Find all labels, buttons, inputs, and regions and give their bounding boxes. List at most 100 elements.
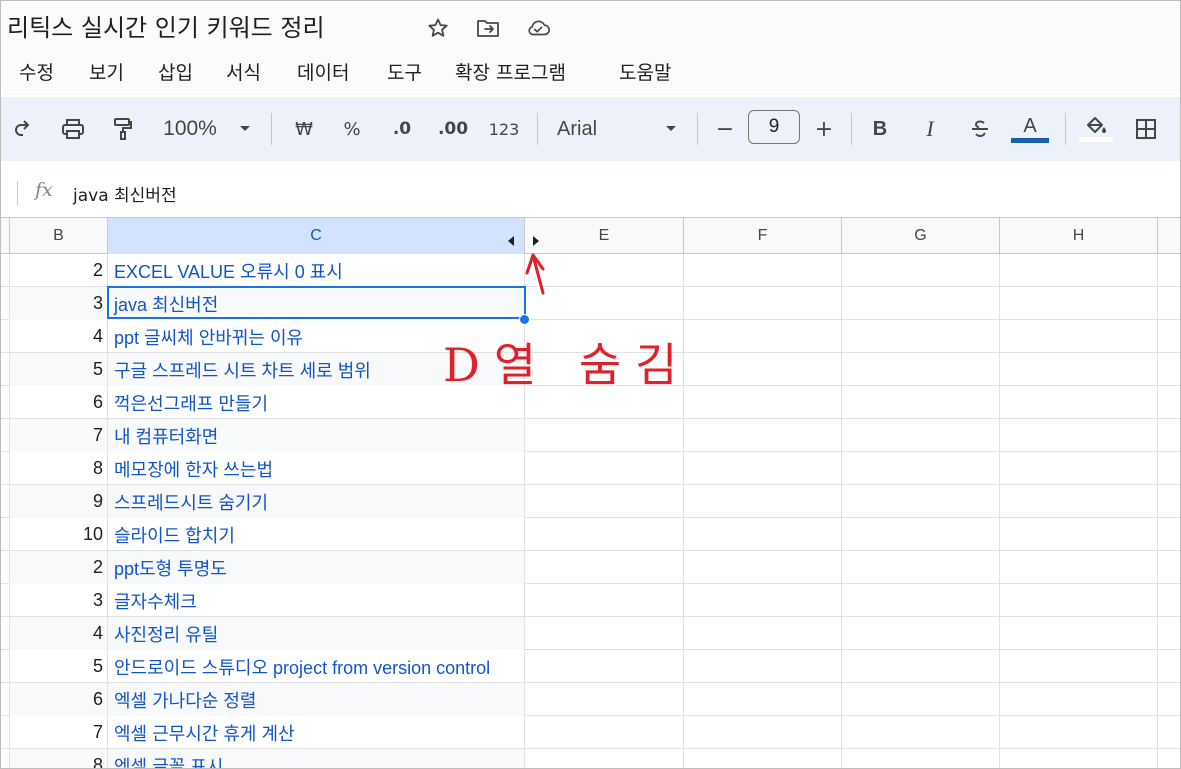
cell-g[interactable] [842, 386, 1000, 419]
cell-f[interactable] [684, 320, 842, 353]
cell-b[interactable]: 4 [9, 617, 108, 650]
cell-g[interactable] [842, 254, 1000, 287]
cell-c[interactable]: ppt도형 투명도 [108, 551, 525, 584]
cell-c[interactable]: java 최신버전 [108, 287, 525, 320]
cell-g[interactable] [842, 287, 1000, 320]
cell-f[interactable] [684, 386, 842, 419]
cell-f[interactable] [684, 650, 842, 683]
cell-e[interactable] [525, 485, 684, 518]
move-to-folder-icon[interactable] [475, 15, 501, 41]
print-icon[interactable] [57, 115, 89, 143]
cell-e[interactable] [525, 716, 684, 749]
cell-g[interactable] [842, 617, 1000, 650]
cloud-saved-icon[interactable] [525, 15, 551, 41]
decrease-decimal-button[interactable]: .0 [385, 115, 419, 143]
borders-icon[interactable] [1131, 115, 1161, 143]
cell-b[interactable]: 3 [9, 584, 108, 617]
column-header-c[interactable]: C [108, 218, 525, 254]
menu-tools[interactable]: 도구 [387, 58, 422, 85]
cell-g[interactable] [842, 518, 1000, 551]
cell-e[interactable] [525, 419, 684, 452]
cell-b[interactable]: 7 [9, 716, 108, 749]
strikethrough-icon[interactable] [965, 115, 995, 143]
cell-f[interactable] [684, 452, 842, 485]
cell-e[interactable] [525, 683, 684, 716]
cell-h[interactable] [1000, 551, 1158, 584]
menu-data[interactable]: 데이터 [297, 58, 349, 85]
cell-b[interactable]: 8 [9, 749, 108, 768]
cell-f[interactable] [684, 518, 842, 551]
cell-c[interactable]: 스프레드시트 숨기기 [108, 485, 525, 518]
cell-f[interactable] [684, 617, 842, 650]
cell-h[interactable] [1000, 254, 1158, 287]
cell-h[interactable] [1000, 386, 1158, 419]
cell-g[interactable] [842, 650, 1000, 683]
cell-h[interactable] [1000, 320, 1158, 353]
cell-e[interactable] [525, 749, 684, 768]
cell-f[interactable] [684, 683, 842, 716]
cell-g[interactable] [842, 353, 1000, 386]
cell-c[interactable]: 슬라이드 합치기 [108, 518, 525, 551]
menu-format[interactable]: 서식 [226, 58, 261, 85]
cell-h[interactable] [1000, 650, 1158, 683]
number-format-button[interactable]: 123 [487, 115, 521, 143]
paint-format-icon[interactable] [107, 115, 139, 143]
cell-g[interactable] [842, 683, 1000, 716]
cell-c[interactable]: 엑셀 근무시간 휴게 계산 [108, 716, 525, 749]
cell-f[interactable] [684, 287, 842, 320]
increase-font-size-button[interactable]: + [812, 115, 836, 143]
cell-h[interactable] [1000, 683, 1158, 716]
redo-icon[interactable] [9, 115, 37, 143]
cell-f[interactable] [684, 353, 842, 386]
cell-g[interactable] [842, 452, 1000, 485]
increase-decimal-button[interactable]: .00 [435, 115, 471, 143]
cell-b[interactable]: 3 [9, 287, 108, 320]
cell-f[interactable] [684, 716, 842, 749]
cell-f[interactable] [684, 254, 842, 287]
cell-f[interactable] [684, 419, 842, 452]
cell-c[interactable]: 사진정리 유틸 [108, 617, 525, 650]
cell-h[interactable] [1000, 518, 1158, 551]
cell-b[interactable]: 5 [9, 353, 108, 386]
menu-extensions[interactable]: 확장 프로그램 [455, 58, 566, 85]
cell-b[interactable]: 6 [9, 683, 108, 716]
cell-h[interactable] [1000, 419, 1158, 452]
currency-format-button[interactable]: ₩ [291, 115, 317, 143]
bold-button[interactable]: B [867, 115, 893, 143]
fill-color-button[interactable] [1079, 115, 1113, 143]
hidden-column-left-arrow-icon[interactable] [507, 231, 515, 250]
cell-g[interactable] [842, 716, 1000, 749]
cell-b[interactable]: 6 [9, 386, 108, 419]
zoom-dropdown-icon[interactable] [235, 115, 255, 143]
cell-e[interactable] [525, 617, 684, 650]
cell-f[interactable] [684, 485, 842, 518]
cell-c[interactable]: 안드로이드 스튜디오 project from version control [108, 650, 525, 683]
star-icon[interactable] [425, 15, 451, 41]
font-dropdown-icon[interactable] [661, 115, 681, 143]
cell-h[interactable] [1000, 716, 1158, 749]
hidden-column-right-arrow-icon[interactable] [532, 231, 540, 250]
cell-e[interactable] [525, 452, 684, 485]
text-color-button[interactable]: A [1011, 115, 1049, 143]
menu-edit[interactable]: 수정 [19, 58, 54, 85]
cell-b[interactable]: 9 [9, 485, 108, 518]
menu-view[interactable]: 보기 [89, 58, 124, 85]
cell-f[interactable] [684, 749, 842, 768]
cell-b[interactable]: 10 [9, 518, 108, 551]
cell-h[interactable] [1000, 617, 1158, 650]
cell-e[interactable] [525, 584, 684, 617]
cell-f[interactable] [684, 551, 842, 584]
cell-b[interactable]: 8 [9, 452, 108, 485]
font-select[interactable]: Arial [557, 115, 609, 143]
formula-input[interactable]: java 최신버전 [73, 181, 177, 206]
column-header-e[interactable]: E [525, 218, 684, 254]
menu-help[interactable]: 도움말 [619, 58, 671, 85]
fill-handle[interactable] [519, 314, 530, 325]
menu-insert[interactable]: 삽입 [158, 58, 193, 85]
cell-b[interactable]: 5 [9, 650, 108, 683]
cell-b[interactable]: 2 [9, 551, 108, 584]
cell-h[interactable] [1000, 353, 1158, 386]
zoom-select[interactable]: 100% [159, 115, 221, 143]
cell-h[interactable] [1000, 584, 1158, 617]
cell-c[interactable]: 글자수체크 [108, 584, 525, 617]
